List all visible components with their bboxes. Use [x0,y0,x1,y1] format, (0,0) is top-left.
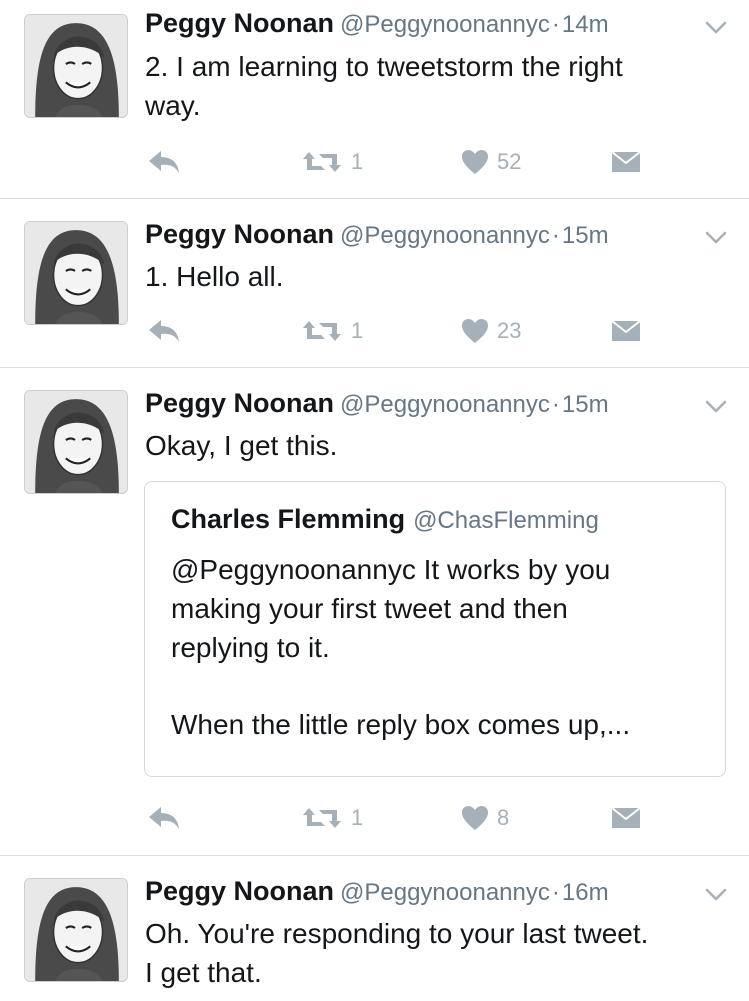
like-count: 23 [497,318,522,343]
tweet-text: 2. I am learning to tweetstorm the right… [145,47,735,125]
direct-message-button[interactable] [611,311,641,351]
avatar[interactable] [24,390,128,494]
tweet-actions: 1 8 [145,798,705,838]
avatar-portrait-icon [25,15,127,117]
divider [0,198,749,199]
heart-icon [462,150,488,174]
retweet-button[interactable]: 1 [301,311,363,351]
envelope-icon [611,151,641,172]
like-button[interactable]: 23 [461,311,521,351]
tweet-actions: 1 23 [145,311,705,351]
reply-button[interactable] [147,142,181,182]
quoted-tweet[interactable]: Charles Flemming @ChasFlemming @Peggynoon… [144,481,726,777]
divider [0,367,749,368]
author-name[interactable]: Peggy Noonan [145,8,334,38]
reply-icon [149,807,179,829]
retweet-icon [303,321,341,341]
envelope-icon [611,320,641,341]
direct-message-button[interactable] [611,798,641,838]
tweet-text: 1. Hello all. [145,257,735,296]
quoted-text-line: making your first tweet and then [171,593,568,624]
quoted-author-name[interactable]: Charles Flemming [171,504,405,534]
retweet-count: 1 [351,805,364,830]
timestamp[interactable]: 15m [562,222,609,249]
retweet-icon [303,152,341,172]
heart-icon [462,806,488,830]
avatar-portrait-icon [25,879,127,981]
tweet-header: Peggy Noonan @Peggynoonannyc·15m [145,219,609,255]
avatar[interactable] [24,14,128,118]
tweet-header: Peggy Noonan @Peggynoonannyc·15m [145,388,609,424]
like-button[interactable]: 8 [461,798,509,838]
retweet-button[interactable]: 1 [301,142,363,182]
chevron-down-icon[interactable] [704,20,728,36]
reply-button[interactable] [147,798,181,838]
author-name[interactable]: Peggy Noonan [145,876,334,906]
tweet-header: Peggy Noonan @Peggynoonannyc·16m [145,876,609,912]
like-count: 8 [497,805,510,830]
quoted-text-line: @Peggynoonannyc It works by you [171,554,611,585]
quoted-author-handle[interactable]: @ChasFlemming [413,507,599,534]
retweet-count: 1 [351,149,364,174]
separator-dot: · [551,879,560,906]
quoted-text-line: replying to it. [171,632,330,663]
envelope-icon [611,807,641,828]
author-handle[interactable]: @Peggynoonannyc [340,391,550,418]
avatar[interactable] [24,878,128,982]
author-name[interactable]: Peggy Noonan [145,219,334,249]
tweet-text-line: Okay, I get this. [145,430,338,461]
like-count: 52 [497,149,522,174]
timestamp[interactable]: 15m [562,391,609,418]
retweet-icon [303,808,341,828]
tweet-actions: 1 52 [145,142,705,182]
chevron-down-icon[interactable] [704,399,728,415]
avatar-portrait-icon [25,391,127,493]
author-handle[interactable]: @Peggynoonannyc [340,879,550,906]
tweet-text-line: 1. Hello all. [145,261,284,292]
retweet-count: 1 [351,318,364,343]
heart-icon [462,319,488,343]
tweet-text-line: I get that. [145,957,262,988]
avatar-portrait-icon [25,222,127,324]
tweet-text: Oh. You're responding to your last tweet… [145,914,735,992]
author-handle[interactable]: @Peggynoonannyc [340,11,550,38]
tweet-text-line: way. [145,90,201,121]
separator-dot: · [551,11,560,38]
chevron-down-icon[interactable] [704,887,728,903]
like-button[interactable]: 52 [461,142,521,182]
author-name[interactable]: Peggy Noonan [145,388,334,418]
tweet-text-line: 2. I am learning to tweetstorm the right [145,51,623,82]
divider [0,855,749,856]
reply-icon [149,151,179,173]
quoted-tweet-header: Charles Flemming @ChasFlemming [171,504,599,535]
timestamp[interactable]: 16m [562,879,609,906]
tweet-text-line: Oh. You're responding to your last tweet… [145,918,649,949]
reply-icon [149,320,179,342]
quoted-text-line: When the little reply box comes up,... [171,709,631,740]
chevron-down-icon[interactable] [704,230,728,246]
author-handle[interactable]: @Peggynoonannyc [340,222,550,249]
retweet-button[interactable]: 1 [301,798,363,838]
separator-dot: · [551,391,560,418]
reply-button[interactable] [147,311,181,351]
tweet-header: Peggy Noonan @Peggynoonannyc·14m [145,8,609,44]
timestamp[interactable]: 14m [562,11,609,38]
avatar[interactable] [24,221,128,325]
separator-dot: · [551,222,560,249]
quoted-tweet-text: @Peggynoonannyc It works by you making y… [171,550,701,744]
tweet-text: Okay, I get this. [145,426,735,465]
direct-message-button[interactable] [611,142,641,182]
